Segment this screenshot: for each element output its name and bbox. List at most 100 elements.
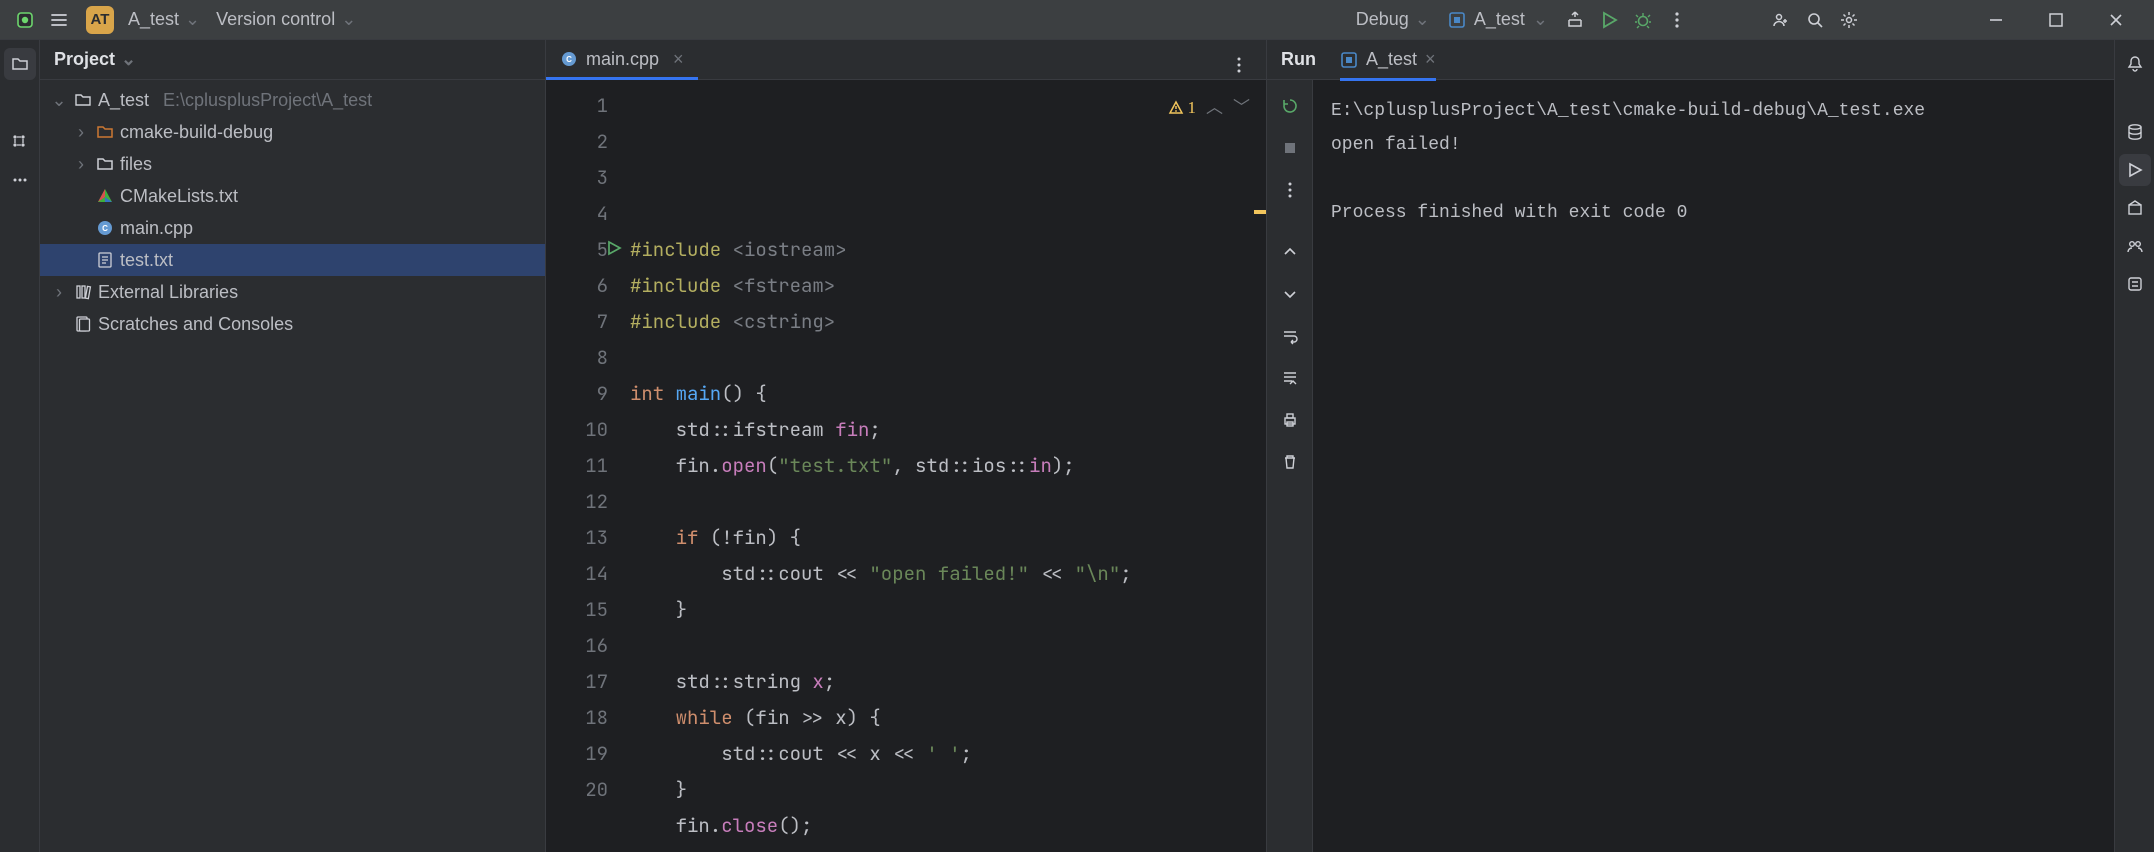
editor-tab-main-cpp[interactable]: C main.cpp ×	[546, 39, 698, 79]
vcs-widget[interactable]: Version control ⌄	[208, 5, 364, 34]
build-button[interactable]	[1558, 3, 1592, 37]
main-menu-icon[interactable]	[42, 3, 76, 37]
settings-icon[interactable]	[1832, 3, 1866, 37]
code-line[interactable]: if (!fin) {	[630, 520, 1266, 556]
editor-tabs: C main.cpp ×	[546, 40, 1266, 80]
tree-node-files[interactable]: › files	[40, 148, 545, 180]
code-line[interactable]: #include <fstream>	[630, 268, 1266, 304]
code-line[interactable]: return 0;	[630, 844, 1266, 852]
code-line[interactable]: fin.open("test.txt", std::ios::in);	[630, 448, 1266, 484]
tree-node-extlib[interactable]: › External Libraries	[40, 276, 545, 308]
app-logo-icon[interactable]	[8, 3, 42, 37]
editor-tabs-more-icon[interactable]	[1222, 48, 1256, 82]
tree-twisty-icon[interactable]: ›	[72, 122, 90, 143]
tree-node-scratch[interactable]: Scratches and Consoles	[40, 308, 545, 340]
search-everywhere-icon[interactable]	[1798, 3, 1832, 37]
cmake-tool-icon[interactable]	[2119, 192, 2151, 224]
tree-twisty-icon[interactable]: ›	[50, 282, 68, 303]
chevron-down-icon: ⌄	[1533, 9, 1548, 30]
more-tools-icon[interactable]	[4, 164, 36, 196]
code-line[interactable]	[630, 340, 1266, 376]
code-line[interactable]: std::string x;	[630, 664, 1266, 700]
close-tab-icon[interactable]: ×	[673, 49, 684, 70]
code-line[interactable]: fin.close();	[630, 808, 1266, 844]
stop-icon[interactable]	[1274, 132, 1306, 164]
project-panel: Project ⌄ ⌄A_testE:\cplusplusProject\A_t…	[40, 40, 546, 852]
target-icon	[1448, 11, 1466, 29]
run-button[interactable]	[1592, 3, 1626, 37]
line-number: 20	[546, 772, 608, 808]
main-body: Project ⌄ ⌄ A_test E:\cplusplusProject\A_t…	[0, 40, 2154, 852]
code-with-me-icon[interactable]	[1764, 3, 1798, 37]
folder-icon	[94, 155, 116, 173]
run-mode-selector[interactable]: Debug ⌄	[1348, 5, 1438, 34]
code-line[interactable]: #include <cstring>	[630, 304, 1266, 340]
prev-highlight-icon[interactable]: ︿	[1206, 90, 1223, 126]
project-tree[interactable]: ⌄A_testE:\cplusplusProject\A_test›cmake-…	[40, 80, 545, 852]
todo-tool-icon[interactable]	[2119, 268, 2151, 300]
code-line[interactable]: #include <iostream>	[630, 232, 1266, 268]
tree-node-cbd[interactable]: › cmake-build-debug	[40, 116, 545, 148]
tree-node-testtxt[interactable]: test.txt	[40, 244, 545, 276]
code-line[interactable]: int main() {	[630, 376, 1266, 412]
run-config-selector[interactable]: A_test ⌄	[1438, 5, 1558, 34]
rerun-icon[interactable]	[1274, 90, 1306, 122]
next-highlight-icon[interactable]: ﹀	[1233, 90, 1250, 126]
structure-tool-icon[interactable]	[4, 126, 36, 158]
window-minimize-button[interactable]	[1966, 3, 2026, 37]
editor-tab-label: main.cpp	[586, 49, 659, 70]
run-output[interactable]: E:\cplusplusProject\A_test\cmake-build-d…	[1313, 80, 2114, 852]
code-text[interactable]: 1 ︿ ﹀ #include <iostream>#include <fstre…	[626, 80, 1266, 852]
window-close-button[interactable]	[2086, 3, 2146, 37]
tree-node-maincpp[interactable]: Cmain.cpp	[40, 212, 545, 244]
run-line-icon[interactable]	[606, 240, 622, 256]
collab-tool-icon[interactable]	[2119, 230, 2151, 262]
line-number: 5	[546, 232, 608, 268]
scroll-to-end-icon[interactable]	[1274, 362, 1306, 394]
tree-node-label: cmake-build-debug	[120, 122, 273, 143]
tree-twisty-icon[interactable]: ⌄	[50, 90, 68, 111]
code-line[interactable]: }	[630, 592, 1266, 628]
soft-wrap-icon[interactable]	[1274, 320, 1306, 352]
more-actions-icon[interactable]	[1660, 3, 1694, 37]
tree-node-label: files	[120, 154, 152, 175]
code-line[interactable]: std::cout << x << ' ';	[630, 736, 1266, 772]
run-tool-icon[interactable]	[2119, 154, 2151, 186]
tree-node-label: Scratches and Consoles	[98, 314, 293, 335]
vcs-label: Version control	[216, 9, 335, 30]
cmake-icon	[94, 187, 116, 205]
clear-icon[interactable]	[1274, 446, 1306, 478]
scratch-icon	[72, 315, 94, 333]
scroll-up-icon[interactable]	[1274, 236, 1306, 268]
scroll-down-icon[interactable]	[1274, 278, 1306, 310]
inspection-widget[interactable]: 1 ︿ ﹀	[1168, 90, 1251, 126]
titlebar: AT A_test ⌄ Version control ⌄ Debug ⌄ A_…	[0, 0, 2154, 40]
code-area[interactable]: 1234567891011121314151617181920 1 ︿ ﹀ #i…	[546, 80, 1266, 852]
code-line[interactable]: }	[630, 772, 1266, 808]
code-line[interactable]: while (fin >> x) {	[630, 700, 1266, 736]
tree-node-label: A_test	[98, 90, 149, 111]
tree-node-label: test.txt	[120, 250, 173, 271]
cpp-icon: C	[94, 219, 116, 237]
tree-twisty-icon[interactable]: ›	[72, 154, 90, 175]
code-line[interactable]	[630, 628, 1266, 664]
project-tool-icon[interactable]	[4, 48, 36, 80]
database-icon[interactable]	[2119, 116, 2151, 148]
error-stripe-mark[interactable]	[1254, 210, 1266, 214]
run-more-icon[interactable]	[1274, 174, 1306, 206]
tree-node-label: External Libraries	[98, 282, 238, 303]
project-panel-header[interactable]: Project ⌄	[40, 40, 545, 80]
close-tab-icon[interactable]: ×	[1425, 49, 1436, 70]
code-line[interactable]: std::ifstream fin;	[630, 412, 1266, 448]
notifications-icon[interactable]	[2119, 48, 2151, 80]
debug-button[interactable]	[1626, 3, 1660, 37]
code-line[interactable]	[630, 484, 1266, 520]
code-line[interactable]: std::cout << "open failed!" << "\n";	[630, 556, 1266, 592]
project-breadcrumb[interactable]: A_test ⌄	[120, 5, 208, 34]
window-maximize-button[interactable]	[2026, 3, 2086, 37]
tree-node-cmake[interactable]: CMakeLists.txt	[40, 180, 545, 212]
run-config-tab[interactable]: A_test ×	[1340, 40, 1436, 80]
print-icon[interactable]	[1274, 404, 1306, 436]
line-number: 14	[546, 556, 608, 592]
tree-node-root[interactable]: ⌄A_testE:\cplusplusProject\A_test	[40, 84, 545, 116]
